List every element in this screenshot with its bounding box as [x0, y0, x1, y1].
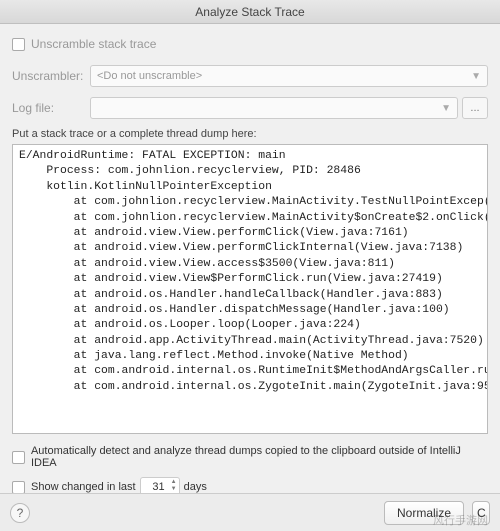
- show-changed-checkbox[interactable]: [12, 481, 25, 494]
- chevron-down-icon: ▼: [441, 103, 451, 114]
- cancel-label: C: [477, 506, 486, 520]
- logfile-input[interactable]: ▼: [90, 97, 458, 119]
- auto-detect-row: Automatically detect and analyze thread …: [12, 445, 488, 469]
- show-changed-label: Show changed in last: [31, 481, 136, 493]
- unscrambler-select[interactable]: <Do not unscramble> ▼: [90, 65, 488, 87]
- days-value: 31: [152, 481, 164, 493]
- unscramble-row: Unscramble stack trace: [12, 32, 488, 56]
- unscramble-checkbox[interactable]: [12, 38, 25, 51]
- days-label: days: [184, 481, 207, 493]
- window-title-bar: Analyze Stack Trace: [0, 0, 500, 24]
- auto-detect-label: Automatically detect and analyze thread …: [31, 445, 488, 469]
- unscrambler-row: Unscrambler: <Do not unscramble> ▼: [12, 64, 488, 88]
- instruction-label: Put a stack trace or a complete thread d…: [12, 128, 488, 140]
- cancel-button[interactable]: C: [472, 501, 490, 525]
- dialog-footer: ? Normalize C: [0, 493, 500, 531]
- logfile-row: Log file: ▼ ...: [12, 96, 488, 120]
- chevron-down-icon: ▼: [471, 71, 481, 82]
- stacktrace-textarea[interactable]: [12, 144, 488, 434]
- show-changed-wrap[interactable]: Show changed in last: [12, 481, 136, 494]
- auto-detect-checkbox[interactable]: [12, 451, 25, 464]
- auto-detect-wrap[interactable]: Automatically detect and analyze thread …: [12, 445, 488, 469]
- logfile-label: Log file:: [12, 101, 90, 115]
- normalize-button[interactable]: Normalize: [384, 501, 464, 525]
- help-button[interactable]: ?: [10, 503, 30, 523]
- unscrambler-label: Unscrambler:: [12, 69, 90, 83]
- ellipsis-icon: ...: [470, 102, 479, 114]
- normalize-label: Normalize: [397, 506, 451, 520]
- unscramble-checkbox-label: Unscramble stack trace: [31, 37, 156, 51]
- unscramble-checkbox-wrap[interactable]: Unscramble stack trace: [12, 37, 156, 51]
- browse-button[interactable]: ...: [462, 97, 488, 119]
- stepper-arrows-icon[interactable]: ▲ ▼: [171, 479, 177, 493]
- chevron-up-icon[interactable]: ▲: [171, 479, 177, 486]
- unscrambler-placeholder: <Do not unscramble>: [97, 70, 202, 82]
- footer-buttons: Normalize C: [384, 501, 490, 525]
- help-icon: ?: [17, 506, 24, 520]
- window-title: Analyze Stack Trace: [195, 5, 304, 19]
- dialog-content: Unscramble stack trace Unscrambler: <Do …: [0, 24, 500, 501]
- chevron-down-icon[interactable]: ▼: [171, 486, 177, 493]
